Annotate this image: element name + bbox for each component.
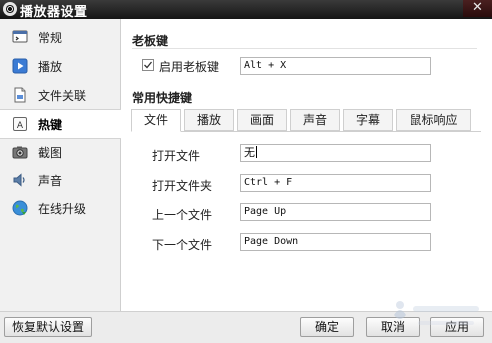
sidebar-item-label: 热键 bbox=[38, 118, 63, 132]
sidebar-item-label: 声音 bbox=[38, 174, 63, 188]
tab-mouse-response[interactable]: 鼠标响应 bbox=[396, 109, 471, 131]
sidebar-item-label: 在线升级 bbox=[38, 202, 87, 216]
enable-boss-key-label: 启用老板键 bbox=[159, 60, 220, 74]
sidebar-item-hotkeys[interactable]: A 热键 bbox=[0, 109, 121, 139]
checkmark-icon bbox=[144, 61, 153, 69]
enable-boss-key-checkbox[interactable] bbox=[142, 59, 154, 71]
next-file-input[interactable]: Page Down bbox=[240, 233, 431, 251]
globe-icon bbox=[12, 200, 28, 216]
sidebar-item-screenshot[interactable]: 截图 bbox=[0, 138, 120, 166]
settings-window: 播放器设置 ✕ 常规 播放 文件关联 A 热键 截图 声音 在线升级 老板键 启… bbox=[0, 0, 492, 343]
settings-panel: 老板键 启用老板键 Alt + X 常用快捷键 文件 播放 画面 声音 字幕 鼠… bbox=[121, 19, 492, 311]
previous-file-label: 上一个文件 bbox=[152, 208, 213, 222]
sidebar-item-sound[interactable]: 声音 bbox=[0, 166, 120, 194]
general-icon bbox=[12, 29, 28, 45]
open-folder-label: 打开文件夹 bbox=[152, 179, 213, 193]
text-caret bbox=[256, 146, 257, 158]
open-file-value: 无 bbox=[244, 146, 255, 159]
tab-subtitles[interactable]: 字幕 bbox=[343, 109, 393, 131]
tab-playback[interactable]: 播放 bbox=[184, 109, 234, 131]
divider bbox=[132, 48, 477, 49]
hotkey-icon: A bbox=[12, 116, 28, 132]
sidebar: 常规 播放 文件关联 A 热键 截图 声音 在线升级 bbox=[0, 19, 121, 311]
shortcut-tabs: 文件 播放 画面 声音 字幕 鼠标响应 bbox=[131, 109, 481, 132]
next-file-label: 下一个文件 bbox=[152, 238, 213, 252]
close-button[interactable]: ✕ bbox=[463, 0, 492, 17]
sidebar-item-online-upgrade[interactable]: 在线升级 bbox=[0, 194, 120, 222]
tab-strip-line bbox=[131, 131, 481, 132]
open-file-label: 打开文件 bbox=[152, 149, 201, 163]
sidebar-item-label: 常规 bbox=[38, 31, 63, 45]
button-bar: 恢复默认设置 确定 取消 应用 bbox=[0, 311, 492, 343]
restore-defaults-button[interactable]: 恢复默认设置 bbox=[4, 317, 92, 337]
apply-button[interactable]: 应用 bbox=[430, 317, 484, 337]
sidebar-item-play[interactable]: 播放 bbox=[0, 52, 120, 80]
sidebar-item-label: 文件关联 bbox=[38, 89, 87, 103]
sidebar-item-label: 播放 bbox=[38, 60, 63, 74]
tab-picture[interactable]: 画面 bbox=[237, 109, 287, 131]
tab-sound[interactable]: 声音 bbox=[290, 109, 340, 131]
boss-key-input[interactable]: Alt + X bbox=[240, 57, 431, 75]
film-reel-icon bbox=[3, 2, 17, 16]
speaker-icon bbox=[12, 172, 28, 188]
tab-file[interactable]: 文件 bbox=[131, 109, 181, 132]
file-icon bbox=[12, 87, 28, 103]
previous-file-input[interactable]: Page Up bbox=[240, 203, 431, 221]
sidebar-item-file-association[interactable]: 文件关联 bbox=[0, 81, 120, 109]
ok-button[interactable]: 确定 bbox=[300, 317, 354, 337]
cancel-button[interactable]: 取消 bbox=[366, 317, 420, 337]
svg-text:A: A bbox=[17, 121, 24, 131]
camera-icon bbox=[12, 144, 28, 160]
window-title: 播放器设置 bbox=[20, 5, 88, 20]
play-icon bbox=[12, 58, 28, 74]
shortcuts-section-title: 常用快捷键 bbox=[132, 91, 193, 105]
open-file-input[interactable]: 无 bbox=[240, 144, 431, 162]
sidebar-item-label: 截图 bbox=[38, 146, 63, 160]
open-folder-input[interactable]: Ctrl + F bbox=[240, 174, 431, 192]
boss-key-section-title: 老板键 bbox=[132, 34, 169, 48]
sidebar-item-general[interactable]: 常规 bbox=[0, 23, 120, 51]
title-bar[interactable]: 播放器设置 ✕ bbox=[0, 0, 492, 20]
